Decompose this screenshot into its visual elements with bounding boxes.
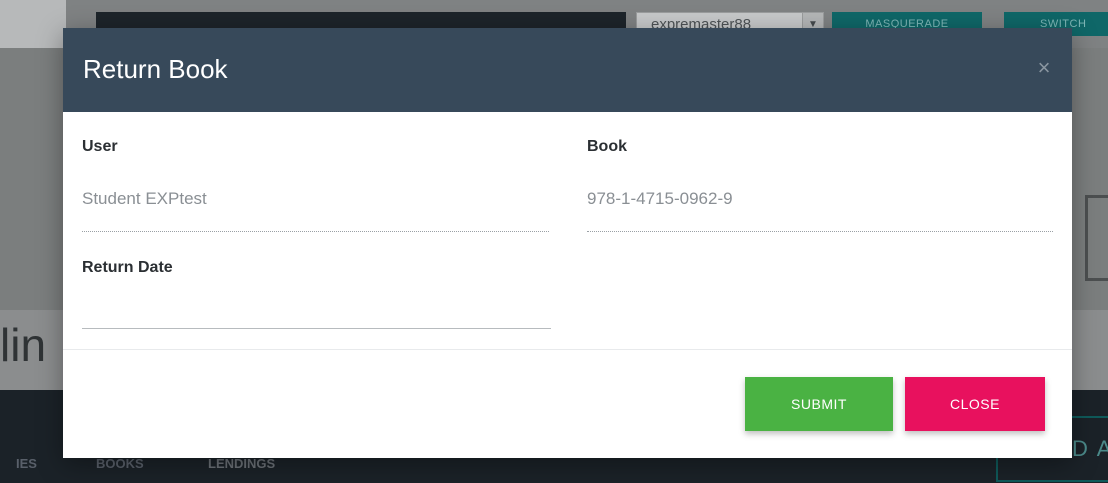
user-value: Student EXPtest (82, 189, 207, 208)
return-book-modal: Return Book × User Student EXPtest Book … (63, 28, 1072, 458)
modal-title: Return Book (83, 54, 228, 84)
nav-item-books[interactable]: BOOKS (96, 456, 144, 471)
nav-item-categories[interactable]: IES (16, 456, 37, 471)
modal-footer-divider (63, 349, 1072, 350)
top-bar-logo-area (0, 0, 66, 48)
page-heading: lin (0, 319, 47, 371)
book-field-underline (587, 231, 1053, 232)
user-field-underline (82, 231, 549, 232)
close-button[interactable]: CLOSE (905, 377, 1045, 431)
return-date-label: Return Date (82, 259, 173, 276)
return-date-underline (82, 328, 551, 329)
add-button-label: D A (1072, 436, 1108, 461)
user-label: User (82, 138, 118, 155)
book-value: 978-1-4715-0962-9 (587, 189, 733, 208)
hero-decoration (1085, 195, 1108, 281)
modal-header: Return Book × (63, 28, 1072, 112)
submit-button[interactable]: SUBMIT (745, 377, 893, 431)
book-label: Book (587, 138, 627, 155)
close-icon[interactable]: × (1034, 56, 1054, 80)
nav-item-lendings[interactable]: LENDINGS (208, 456, 275, 471)
return-date-input[interactable] (82, 296, 551, 328)
